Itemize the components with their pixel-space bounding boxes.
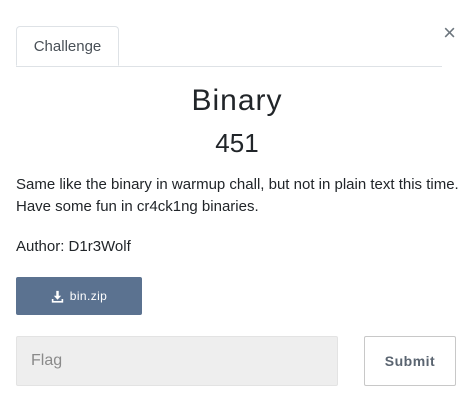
challenge-title: Binary: [191, 84, 283, 117]
download-file-name: bin.zip: [69, 289, 108, 303]
close-icon[interactable]: ×: [443, 22, 456, 44]
challenge-description: Same like the binary in warmup chall, bu…: [16, 176, 459, 215]
challenge-modal: Challenge × Binary 451 Same like the bin…: [0, 0, 474, 416]
challenge-points: 451: [215, 128, 259, 158]
challenge-author: Author: D1r3Wolf: [16, 238, 131, 255]
tab-label: Challenge: [33, 37, 102, 55]
download-file-button[interactable]: bin.zip: [16, 277, 142, 315]
download-icon: [51, 290, 63, 303]
submit-button[interactable]: Submit: [364, 336, 456, 386]
flag-input[interactable]: [16, 336, 338, 386]
tab-bar: Challenge: [16, 26, 442, 67]
tab-challenge[interactable]: Challenge: [16, 26, 119, 66]
